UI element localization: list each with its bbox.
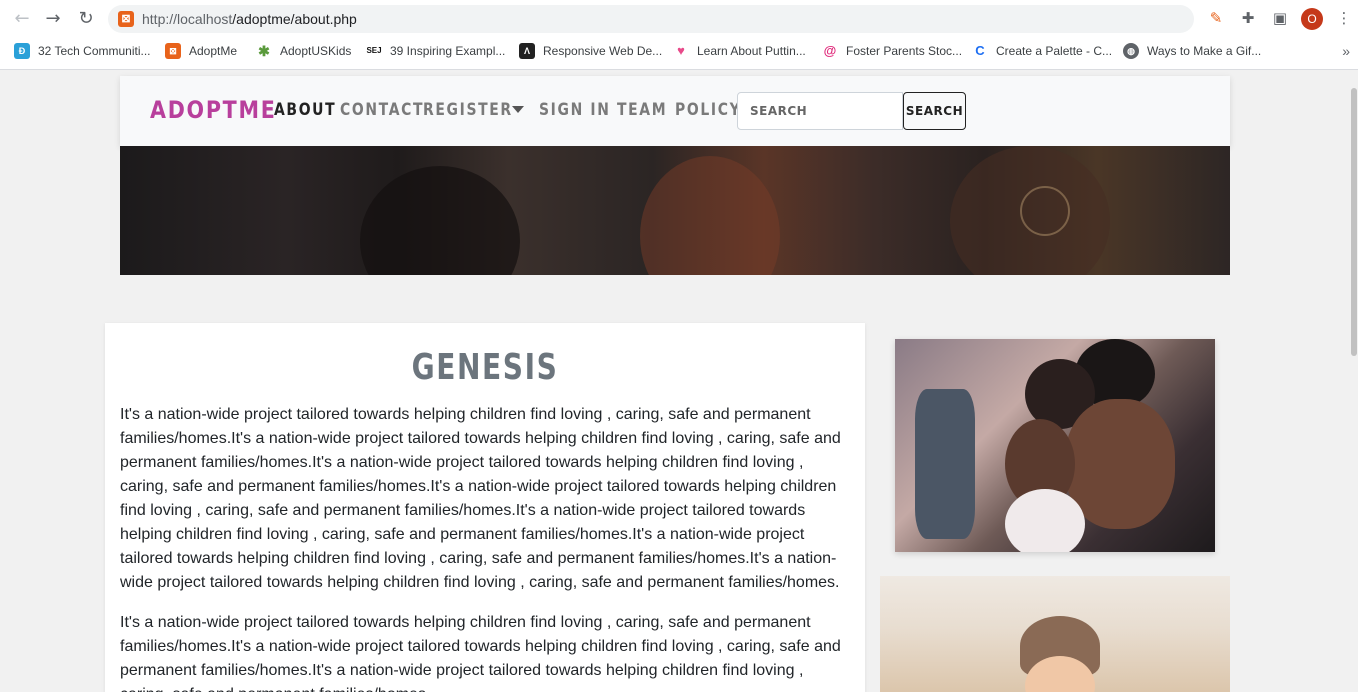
menu-kebab-icon[interactable]: ⋮ [1334, 8, 1354, 28]
tech-icon: Đ [14, 43, 30, 59]
spiral-icon: @ [823, 43, 837, 58]
bookmark-item[interactable]: Λ Responsive Web De... [519, 40, 662, 62]
xampp-icon: ⊠ [165, 43, 181, 59]
browser-toolbar: ← → ↻ ⊠ http://localhost/adoptme/about.p… [0, 0, 1358, 70]
page-viewport: ADOPTME ABOUT CONTACT REGISTER SIGN IN T… [0, 70, 1358, 692]
nav-policy[interactable]: POLICY [675, 100, 741, 120]
section-heading: GENESIS [411, 347, 559, 388]
bookmark-item[interactable]: @ Foster Parents Stoc... [822, 40, 962, 62]
nav-sign-in[interactable]: SIGN IN [539, 100, 611, 120]
site-navbar: ADOPTME ABOUT CONTACT REGISTER SIGN IN T… [120, 76, 1230, 146]
side-panel-icon[interactable]: ▣ [1270, 8, 1290, 28]
baby-photo [880, 576, 1230, 692]
puzzle-extensions-icon[interactable]: ✚ [1238, 8, 1258, 28]
bookmark-item[interactable]: ✱ AdoptUSKids [256, 40, 351, 62]
address-bar[interactable]: ⊠ http://localhost/adoptme/about.php [108, 5, 1194, 33]
bookmark-item[interactable]: ⊠ AdoptMe [165, 40, 237, 62]
reload-icon[interactable]: ↻ [75, 8, 97, 30]
scrollbar-thumb[interactable] [1351, 88, 1357, 356]
xampp-icon: ⊠ [118, 11, 134, 27]
globe-icon: ◍ [1123, 43, 1139, 59]
profile-avatar[interactable]: O [1301, 8, 1323, 30]
about-paragraph: It's a nation-wide project tailored towa… [120, 406, 841, 591]
nav-team[interactable]: TEAM [617, 100, 667, 120]
adoptuskids-icon: ✱ [258, 43, 270, 59]
bookmark-item[interactable]: SEJ 39 Inspiring Exampl... [366, 40, 505, 62]
bookmark-item[interactable]: ◍ Ways to Make a Gif... [1123, 40, 1261, 62]
forward-arrow-icon[interactable]: → [42, 8, 64, 30]
bookmark-item[interactable]: C Create a Palette - C... [972, 40, 1112, 62]
color-picker-icon[interactable]: ✎ [1206, 8, 1226, 28]
search-button[interactable]: SEARCH [903, 92, 966, 130]
nav-contact[interactable]: CONTACT [340, 100, 424, 120]
dropdown-caret-icon[interactable] [512, 106, 524, 113]
url-text: http://localhost/adoptme/about.php [142, 11, 357, 27]
more-bookmarks-icon[interactable]: » [1342, 43, 1350, 59]
webflow-icon: Λ [519, 43, 535, 59]
search-input[interactable] [737, 92, 903, 130]
hero-banner-image [120, 146, 1230, 275]
bookmark-item[interactable]: Đ 32 Tech Communiti... [14, 40, 151, 62]
site-brand[interactable]: ADOPTME [150, 96, 277, 124]
page-scrollbar[interactable] [1350, 70, 1358, 692]
bookmark-item[interactable]: ♥ Learn About Puttin... [673, 40, 806, 62]
about-content-card: GENESIS It's a nation-wide project tailo… [105, 323, 865, 692]
back-arrow-icon[interactable]: ← [11, 8, 33, 30]
extensions-area: ✎ ✚ ▣ O ⋮ [1206, 8, 1356, 30]
coolors-icon: C [975, 43, 985, 58]
about-paragraph: It's a nation-wide project tailored towa… [120, 614, 841, 692]
nav-about[interactable]: ABOUT [274, 100, 336, 120]
bookmarks-bar: Đ 32 Tech Communiti... ⊠ AdoptMe ✱ AdoptUSK… [0, 40, 1358, 64]
sej-icon: SEJ [366, 46, 382, 55]
mother-daughter-photo [895, 339, 1215, 552]
nav-register[interactable]: REGISTER [423, 100, 513, 120]
heart-icon: ♥ [677, 43, 685, 58]
